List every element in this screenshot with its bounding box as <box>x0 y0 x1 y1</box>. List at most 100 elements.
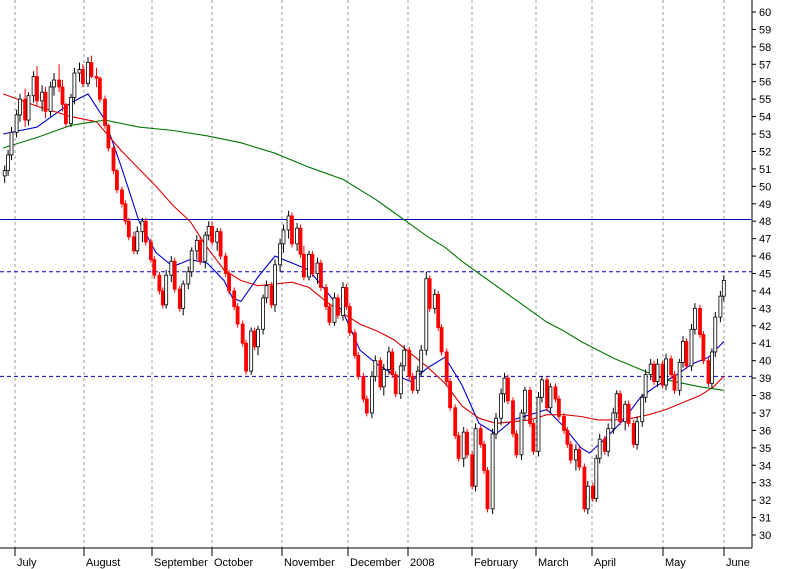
candle-body <box>706 360 711 384</box>
candle-body <box>427 278 432 309</box>
candle-body <box>505 377 510 402</box>
candle-body <box>131 236 136 252</box>
candle-body <box>364 398 369 414</box>
x-tick-label: February <box>474 557 519 569</box>
candle-body <box>31 76 36 97</box>
candle-body <box>623 403 628 423</box>
candle-body <box>40 91 44 102</box>
candle-body <box>456 435 461 459</box>
candle-body <box>324 287 328 308</box>
y-tick-label: 31 <box>759 513 771 525</box>
candle-body <box>181 283 186 309</box>
y-tick-label: 46 <box>759 251 771 263</box>
y-tick-label: 37 <box>759 408 771 420</box>
candle-body <box>407 349 412 377</box>
candle-body <box>249 330 254 372</box>
y-tick-label: 35 <box>759 443 771 455</box>
candle-body <box>536 396 541 452</box>
x-tick-label: September <box>154 557 208 569</box>
candle-body <box>470 454 475 487</box>
x-tick-label: 2008 <box>410 557 434 569</box>
candle-body <box>672 374 677 391</box>
candle-body <box>398 365 403 395</box>
y-tick-label: 47 <box>759 234 771 246</box>
candle-body <box>565 429 570 445</box>
candle-body <box>327 306 332 323</box>
candle-body <box>318 262 323 288</box>
candle-body <box>295 227 300 245</box>
candle-body <box>439 327 444 353</box>
candle-body <box>232 290 237 308</box>
candle-body <box>227 273 232 292</box>
candle-body <box>198 239 203 262</box>
candle-body <box>72 72 77 98</box>
candle-body <box>14 114 19 133</box>
candle-body <box>386 351 391 370</box>
candle-body <box>344 287 349 308</box>
candle-body <box>698 307 702 335</box>
candle-body <box>69 97 73 124</box>
candle-body <box>103 98 107 126</box>
candle-body <box>448 381 453 409</box>
candle-body <box>106 124 111 149</box>
candle-body <box>378 360 383 388</box>
candle-body <box>373 360 378 377</box>
candle-body <box>6 154 10 172</box>
x-tick-label: August <box>86 557 120 569</box>
candle-body <box>710 351 714 384</box>
candle-body <box>307 253 311 278</box>
candle-body <box>402 349 407 367</box>
candle-body <box>115 170 119 191</box>
candle-body <box>60 86 65 105</box>
y-tick-label: 57 <box>759 59 771 71</box>
candle-body <box>499 393 504 419</box>
candle-body <box>444 351 449 382</box>
y-tick-label: 52 <box>759 146 771 158</box>
candle-body <box>126 220 131 238</box>
candle-body <box>203 234 208 262</box>
candle-body <box>301 253 306 278</box>
candle-body <box>352 332 357 356</box>
candle-body <box>681 341 685 363</box>
candle-body <box>140 220 145 233</box>
candle-body <box>568 443 573 461</box>
candle-body <box>531 423 536 452</box>
candle-body <box>23 98 28 121</box>
candle-body <box>664 358 668 386</box>
candle-body <box>611 412 616 430</box>
candle-body <box>410 375 415 391</box>
candle-body <box>123 203 128 222</box>
x-tick-label: November <box>284 557 335 569</box>
candle-body <box>298 227 303 255</box>
candle-body <box>286 215 291 231</box>
candle-body <box>381 368 386 388</box>
candle-body <box>485 470 490 510</box>
x-axis: July August September October November Decemb… <box>0 547 752 569</box>
candle-body <box>94 76 99 79</box>
candle-body <box>618 393 622 423</box>
candle-body <box>160 290 165 306</box>
candle-body <box>594 457 599 499</box>
candle-body <box>585 485 590 510</box>
candle-body <box>43 91 48 112</box>
candle-body <box>482 443 487 471</box>
candle-body <box>557 398 561 417</box>
y-tick-label: 34 <box>759 460 771 472</box>
candle-body <box>2 170 7 177</box>
y-tick-label: 58 <box>759 42 771 54</box>
x-tick-label: June <box>726 557 750 569</box>
candle-body <box>436 294 441 328</box>
candle-body <box>120 189 124 205</box>
candle-body <box>393 374 398 395</box>
candle-body <box>461 431 466 459</box>
candle-body <box>519 412 524 456</box>
candle-body <box>523 389 527 414</box>
candle-body <box>347 306 352 334</box>
x-tick-label: April <box>594 557 616 569</box>
candle-body <box>169 260 174 276</box>
y-tick-label: 30 <box>759 530 771 542</box>
candle-body <box>81 69 85 84</box>
candle-body <box>626 403 631 424</box>
candle-body <box>453 407 458 437</box>
candle-body <box>278 243 283 266</box>
